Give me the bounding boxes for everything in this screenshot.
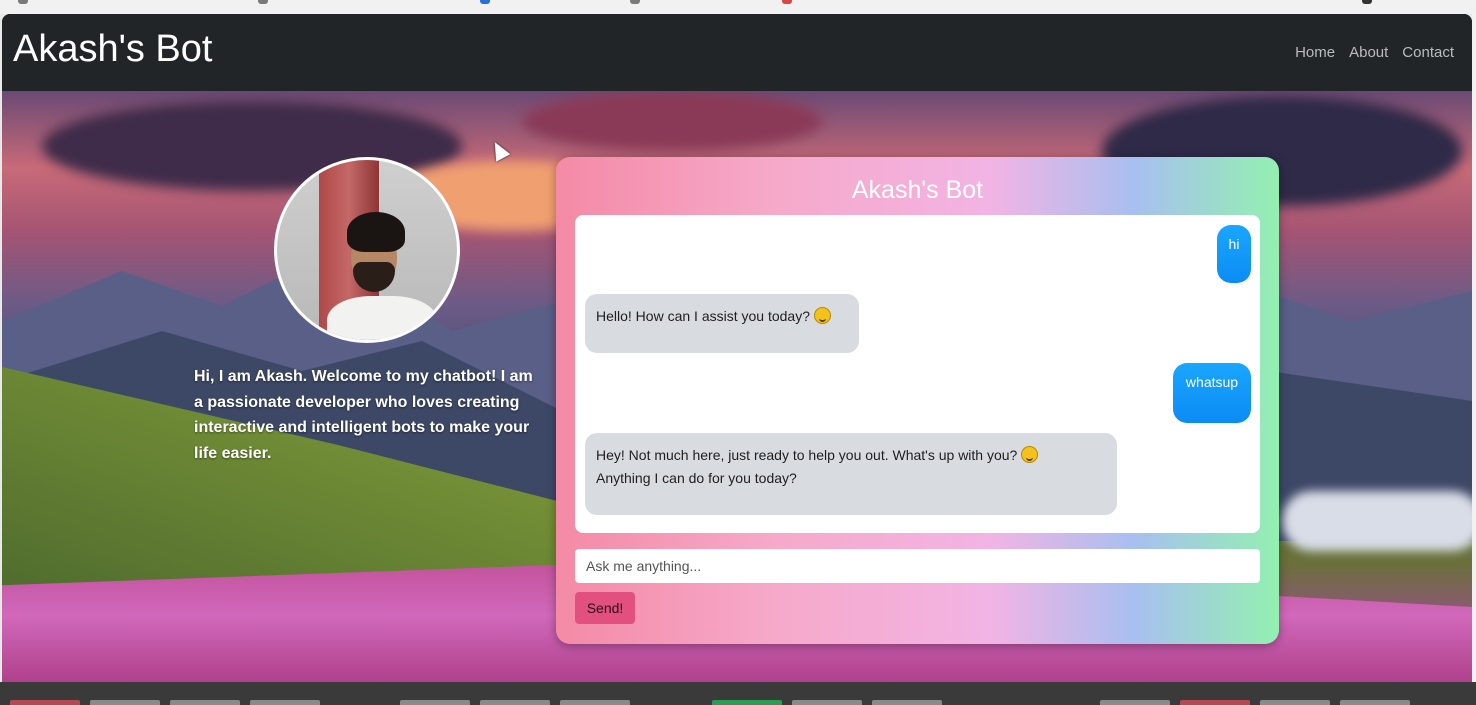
taskbar-item[interactable]: [560, 700, 630, 705]
chat-panel: Akash's Bot hi Hello! How can I assist y…: [556, 157, 1279, 644]
taskbar-item[interactable]: [872, 700, 942, 705]
bot-message: Hey! Not much here, just ready to help y…: [585, 433, 1117, 515]
taskbar-item[interactable]: [90, 700, 160, 705]
profile-avatar: [274, 157, 460, 343]
chat-input[interactable]: [575, 549, 1260, 583]
nav-link-contact[interactable]: Contact: [1402, 44, 1454, 61]
hero-background: Hi, I am Akash. Welcome to my chatbot! I…: [2, 91, 1472, 682]
nav-link-about[interactable]: About: [1349, 44, 1388, 61]
smiley-emoji-icon: [814, 307, 831, 324]
send-button[interactable]: Send!: [575, 592, 635, 624]
bot-message: Hello! How can I assist you today?: [585, 294, 859, 353]
navbar: Akash's Bot Home About Contact: [2, 14, 1472, 91]
user-message: whatsup: [1173, 363, 1251, 423]
taskbar-item[interactable]: [1260, 700, 1330, 705]
taskbar-item[interactable]: [1180, 700, 1250, 705]
user-message: hi: [1217, 225, 1251, 283]
chat-messages[interactable]: hi Hello! How can I assist you today? wh…: [575, 215, 1260, 533]
browser-icon-fragment: [782, 0, 792, 4]
chat-title: Akash's Bot: [851, 176, 984, 204]
browser-icon-fragment: [18, 0, 28, 4]
taskbar-item[interactable]: [170, 700, 240, 705]
grinning-emoji-icon: [1021, 446, 1039, 463]
taskbar-item[interactable]: [10, 700, 80, 705]
taskbar-item[interactable]: [400, 700, 470, 705]
window-edge: [1472, 14, 1476, 682]
browser-icon-fragment: [258, 0, 268, 4]
mist-cloud: [1282, 491, 1472, 551]
browser-icon-fragment: [630, 0, 640, 4]
taskbar-item[interactable]: [792, 700, 862, 705]
browser-icon-fragment: [480, 0, 490, 4]
taskbar-item[interactable]: [1340, 700, 1410, 705]
taskbar-item[interactable]: [480, 700, 550, 705]
browser-viewport: Akash's Bot Home About Contact Hi, I am …: [2, 14, 1472, 682]
nav-link-home[interactable]: Home: [1295, 44, 1335, 61]
navbar-brand[interactable]: Akash's Bot: [13, 28, 212, 71]
taskbar: [0, 682, 1476, 705]
background-cloud: [522, 91, 822, 151]
taskbar-item[interactable]: [712, 700, 782, 705]
taskbar-item[interactable]: [250, 700, 320, 705]
taskbar-item[interactable]: [1100, 700, 1170, 705]
browser-icon-fragment: [1362, 0, 1372, 4]
nav-links: Home About Contact: [1295, 44, 1454, 61]
browser-toolbar-remnant: [0, 0, 1476, 14]
intro-text: Hi, I am Akash. Welcome to my chatbot! I…: [194, 368, 533, 462]
